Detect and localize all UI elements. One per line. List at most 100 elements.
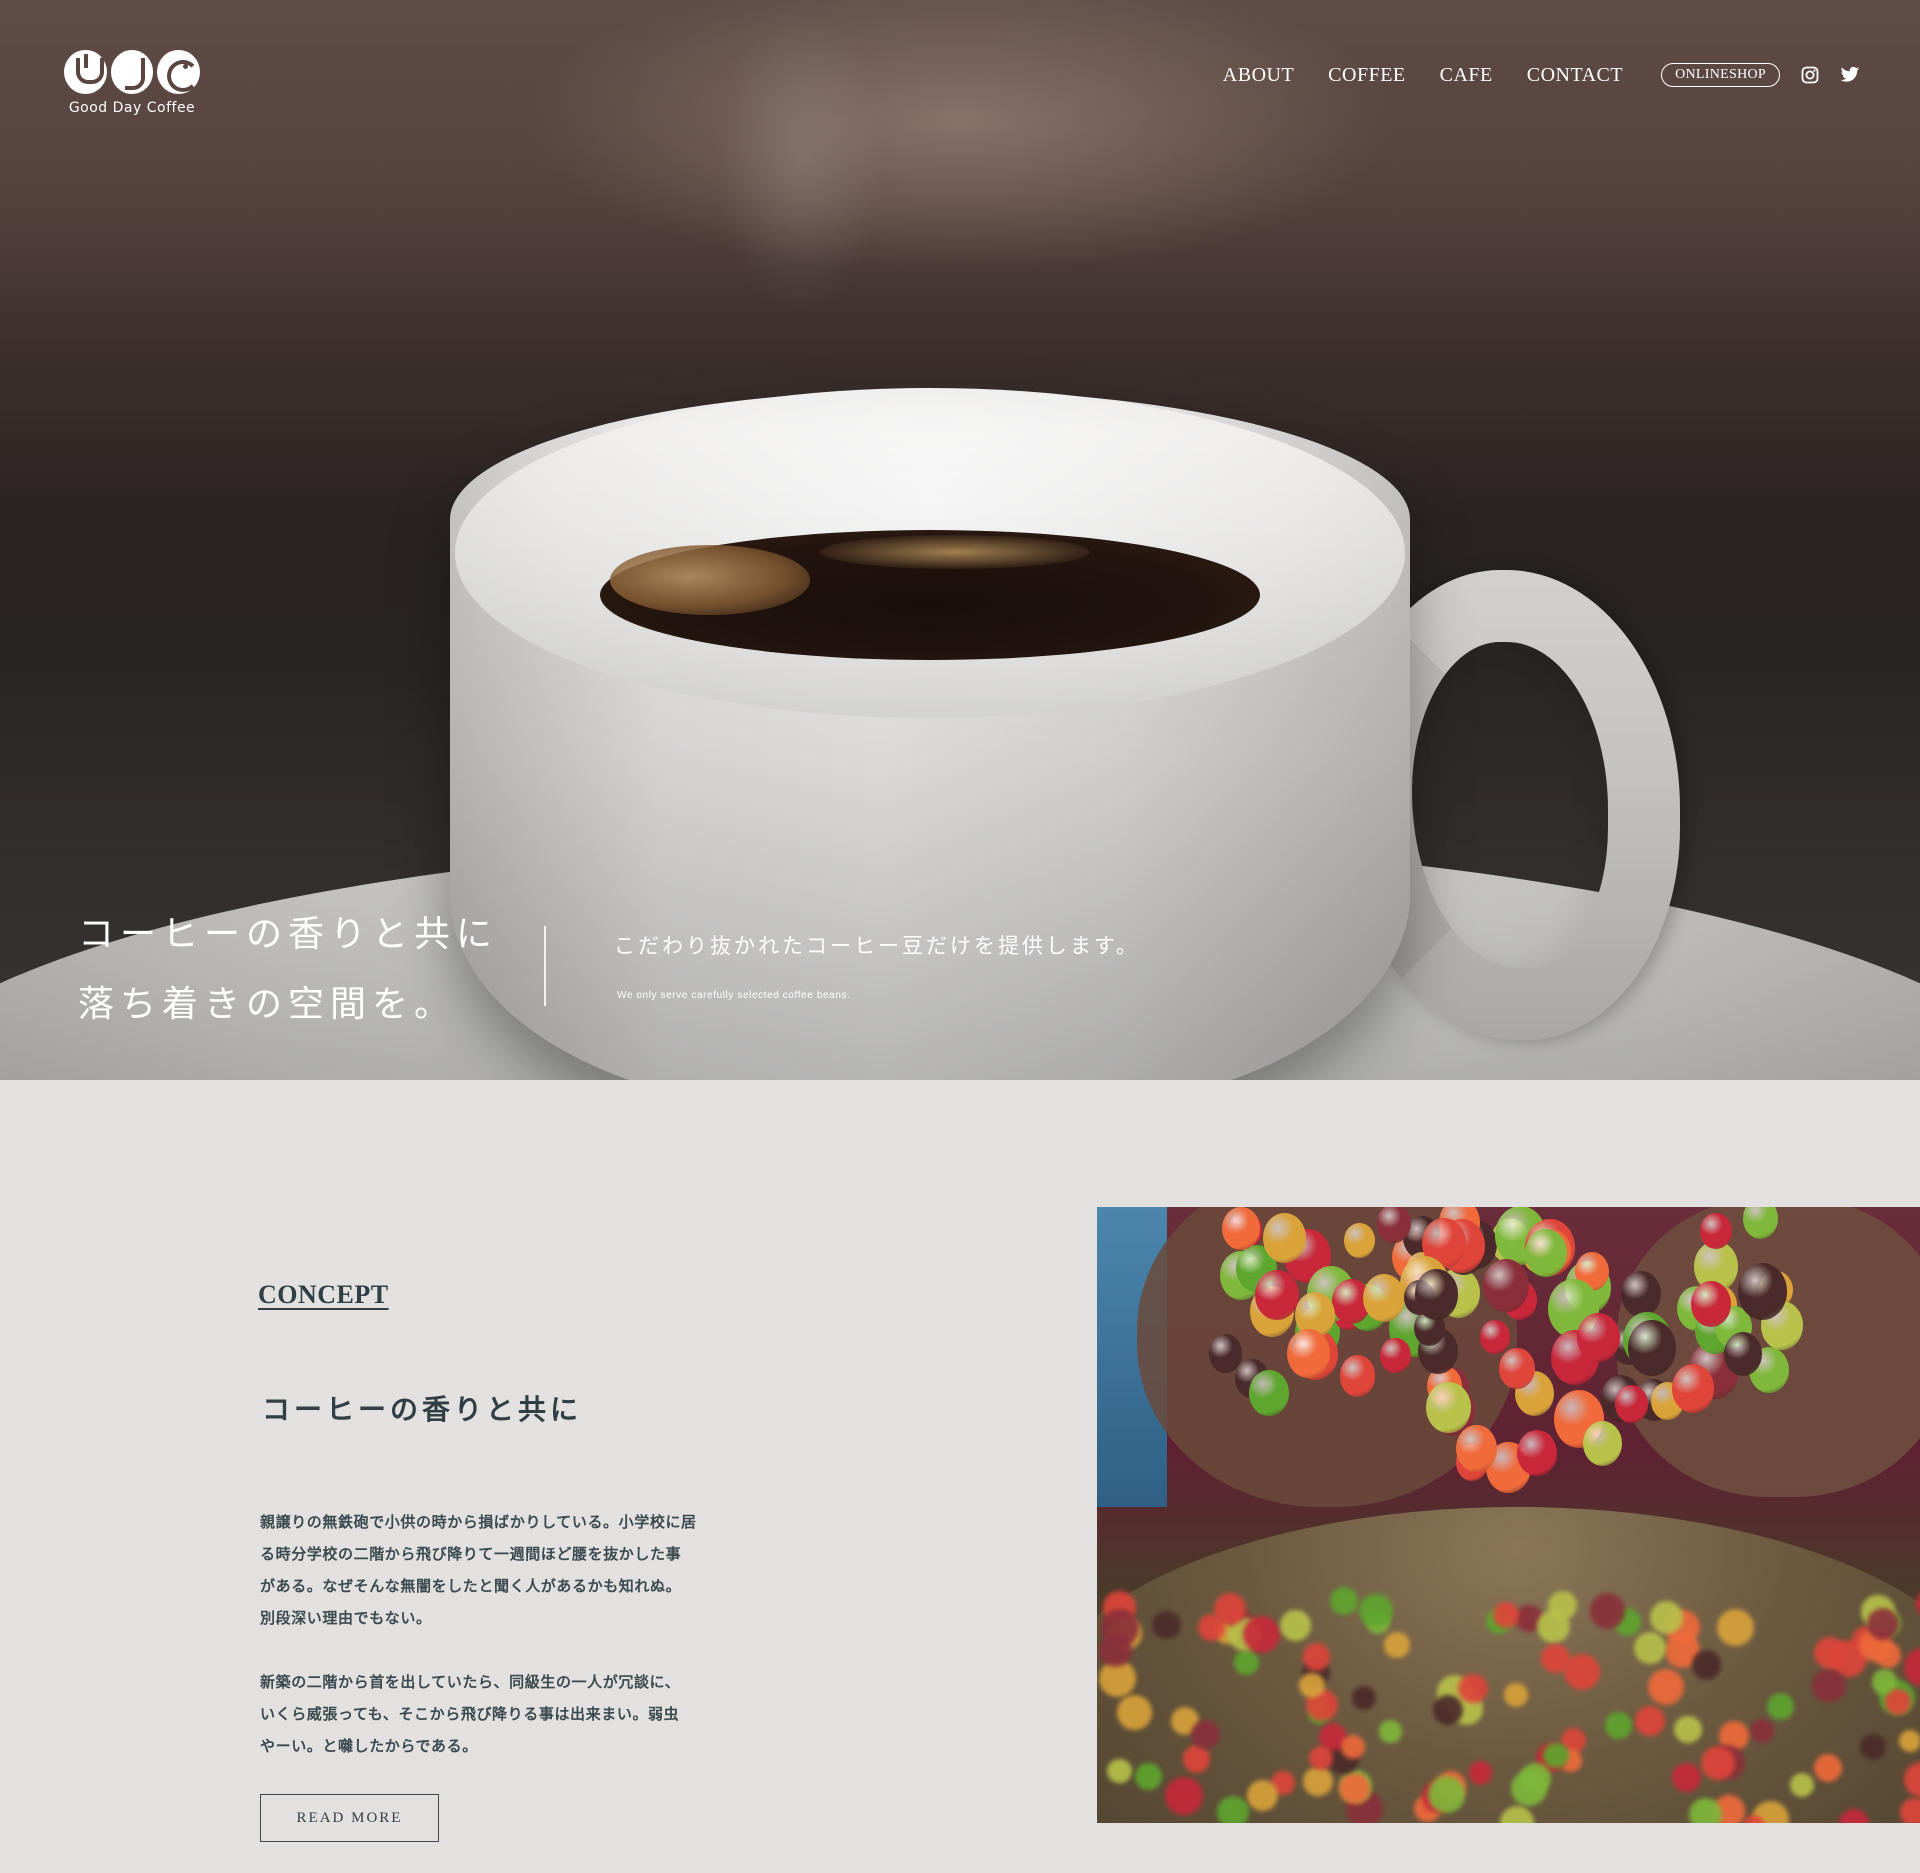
coffee-cherry bbox=[1589, 1593, 1625, 1629]
coffee-cherry bbox=[1649, 1600, 1683, 1635]
hero-title: コーヒーの香りと共に 落ち着きの空間を。 bbox=[78, 900, 498, 1040]
coffee-cherry bbox=[1867, 1607, 1900, 1640]
concept-text-line: る時分学校の二階から飛び降りて一週間ほど腰を抜かした事 bbox=[260, 1545, 682, 1563]
coffee-cherry bbox=[1107, 1758, 1132, 1783]
concept-text-line: やーい。と囃したからである。 bbox=[260, 1737, 478, 1755]
coffee-cherry bbox=[1479, 1319, 1510, 1355]
coffee-cherry bbox=[1363, 1273, 1406, 1322]
coffee-cherry bbox=[1384, 1632, 1410, 1658]
coffee-cherries-photo bbox=[1097, 1207, 1920, 1823]
nav-link-coffee[interactable]: COFFEE bbox=[1328, 64, 1405, 87]
coffee-cherry bbox=[1427, 1776, 1465, 1814]
coffee-cherry bbox=[1099, 1633, 1133, 1667]
coffee-cherry bbox=[1359, 1593, 1393, 1628]
brand-logo[interactable]: Good Day Coffee bbox=[64, 50, 201, 122]
coffee-cherry bbox=[1482, 1258, 1529, 1312]
coffee-cherry bbox=[1577, 1312, 1620, 1362]
coffee-cherry bbox=[1723, 1331, 1762, 1376]
coffee-cherry bbox=[1249, 1370, 1289, 1417]
hero-subtitle: こだわり抜かれたコーヒー豆だけを提供します。 bbox=[614, 934, 1140, 958]
coffee-cherry bbox=[1339, 1355, 1376, 1397]
coffee-cherry bbox=[1582, 1421, 1622, 1467]
coffee-cherry bbox=[1308, 1745, 1333, 1771]
concept-heading: コーヒーの香りと共に bbox=[262, 1393, 583, 1426]
read-more-button[interactable]: READ MORE bbox=[260, 1794, 439, 1842]
coffee-cherry bbox=[1690, 1281, 1731, 1328]
coffee-cherry bbox=[1213, 1593, 1246, 1625]
nav-link-cafe[interactable]: CAFE bbox=[1440, 64, 1493, 87]
coffee-cherry bbox=[1468, 1761, 1493, 1785]
coffee-cherry bbox=[1634, 1705, 1665, 1736]
coffee-cherry bbox=[1541, 1644, 1570, 1674]
coffee-cherry bbox=[1884, 1688, 1911, 1716]
main-nav: ABOUT COFFEE CAFE CONTACT ONLINESHOP bbox=[1189, 60, 1860, 90]
nav-link-about[interactable]: ABOUT bbox=[1223, 64, 1294, 87]
coffee-cherry bbox=[1344, 1223, 1375, 1259]
coffee-cherry bbox=[1542, 1742, 1569, 1769]
coffee-cherry bbox=[1671, 1763, 1701, 1792]
coffee-cherry bbox=[1414, 1269, 1459, 1320]
coffee-cherry bbox=[1426, 1382, 1471, 1434]
coffee-cherry bbox=[1255, 1269, 1300, 1321]
coffee-cherry bbox=[1455, 1424, 1497, 1472]
coffee-cherry bbox=[1165, 1776, 1203, 1815]
logo-mark-icon bbox=[64, 50, 201, 94]
brand-name: Good Day Coffee bbox=[68, 100, 196, 116]
coffee-cherry bbox=[1152, 1610, 1181, 1640]
coffee-cherry bbox=[1672, 1364, 1715, 1413]
logo-circle-3 bbox=[157, 50, 201, 94]
coffee-cherry bbox=[1298, 1672, 1325, 1699]
hero-title-line-2: 落ち着きの空間を。 bbox=[78, 984, 457, 1025]
coffee-cherry bbox=[1287, 1328, 1331, 1379]
twitter-icon[interactable] bbox=[1840, 65, 1860, 85]
concept-text-line: がある。なぜそんな無闇をしたと聞く人があるかも知れぬ。 bbox=[260, 1577, 682, 1595]
coffee-cherry bbox=[1604, 1712, 1632, 1739]
coffee-cherry bbox=[1516, 1429, 1557, 1476]
coffee-cherry bbox=[1433, 1695, 1463, 1725]
hero-divider bbox=[544, 926, 546, 1006]
coffee-cherry bbox=[1620, 1270, 1661, 1317]
coffee-cherry bbox=[1812, 1668, 1846, 1702]
coffee-cherry bbox=[1614, 1384, 1648, 1423]
coffee-cherry bbox=[1303, 1766, 1333, 1797]
coffee-cherry bbox=[1380, 1337, 1411, 1373]
coffee-cherry bbox=[1737, 1263, 1788, 1321]
coffee-cherry bbox=[1135, 1763, 1162, 1790]
concept-body: 親譲りの無鉄砲で小供の時から損ばかりしている。小学校に居 る時分学校の二階から飛… bbox=[260, 1506, 720, 1794]
coffee-cherry bbox=[1493, 1602, 1519, 1629]
coffee-cherry bbox=[1182, 1745, 1211, 1773]
coffee-cherry bbox=[1191, 1720, 1220, 1749]
coffee-cherry bbox=[1899, 1730, 1920, 1753]
coffee-cherry bbox=[1700, 1212, 1733, 1249]
coffee-cherry bbox=[1504, 1683, 1528, 1708]
instagram-icon[interactable] bbox=[1800, 65, 1820, 85]
concept-text-line: 親譲りの無鉄砲で小供の時から損ばかりしている。小学校に居 bbox=[260, 1513, 697, 1531]
online-shop-button[interactable]: ONLINESHOP bbox=[1661, 63, 1780, 87]
hero-section: Good Day Coffee ABOUT COFFEE CAFE CONTAC… bbox=[0, 0, 1920, 1080]
concept-label: CONCEPT bbox=[258, 1280, 389, 1309]
coffee-cherry bbox=[1633, 1631, 1667, 1664]
logo-circle-2 bbox=[110, 50, 154, 94]
coffee-cherry bbox=[1217, 1796, 1250, 1823]
concept-paragraph: 親譲りの無鉄砲で小供の時から損ばかりしている。小学校に居 る時分学校の二階から飛… bbox=[260, 1506, 720, 1634]
coffee-cherry bbox=[1222, 1207, 1260, 1251]
coffee-cherry bbox=[1511, 1770, 1547, 1807]
coffee-cherry bbox=[1340, 1734, 1365, 1759]
hero-title-line-1: コーヒーの香りと共に bbox=[78, 914, 499, 955]
coffee-cherry bbox=[1234, 1650, 1259, 1675]
coffee-cherry bbox=[1766, 1692, 1794, 1720]
coffee-cherry bbox=[1351, 1685, 1376, 1710]
coffee-cherry bbox=[1302, 1642, 1331, 1671]
coffee-cherry bbox=[1536, 1609, 1570, 1644]
coffee-cherry bbox=[1379, 1720, 1402, 1743]
concept-text-line: 別段深い理由でもない。 bbox=[260, 1609, 432, 1627]
concept-text-line: いくら威張っても、そこから飛び降りる事は出来まい。弱虫 bbox=[260, 1705, 680, 1723]
concept-paragraph: 新築の二階から首を出していたら、同級生の一人が冗談に、 いくら威張っても、そこか… bbox=[260, 1666, 720, 1762]
coffee-cherry bbox=[1859, 1733, 1887, 1760]
coffee-cherry bbox=[1208, 1333, 1243, 1373]
coffee-cherry bbox=[1280, 1610, 1311, 1641]
coffee-cherry bbox=[1674, 1715, 1702, 1744]
coffee-cherry bbox=[1691, 1649, 1722, 1680]
coffee-cherry bbox=[1627, 1320, 1677, 1376]
nav-link-contact[interactable]: CONTACT bbox=[1527, 64, 1623, 87]
